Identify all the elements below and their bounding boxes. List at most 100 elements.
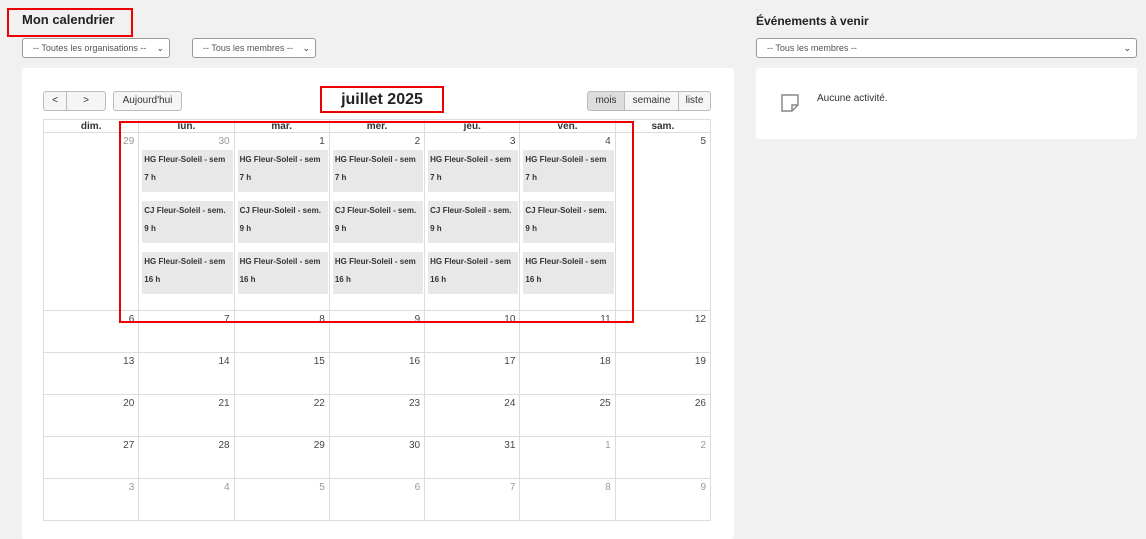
day-cell[interactable]: 8	[519, 478, 616, 521]
members-select[interactable]: -- Tous les membres -- ⌄	[192, 38, 316, 58]
weekday-header: mer.	[328, 119, 426, 133]
day-number: 8	[319, 314, 325, 325]
weekday-header: mar.	[233, 119, 330, 133]
day-cell[interactable]: 11	[519, 310, 616, 353]
event-time: 16 h	[525, 275, 542, 284]
day-cell[interactable]: 7	[424, 478, 521, 521]
day-cell[interactable]: 19	[614, 352, 712, 395]
day-number: 6	[414, 482, 421, 493]
day-number: 24	[504, 398, 516, 409]
day-number: 19	[694, 356, 706, 367]
day-cell[interactable]: 29	[233, 436, 330, 479]
day-cell[interactable]: 2 HG Fleur-Soleil - sem 7 h CJ Fleur-Soleil…	[328, 132, 426, 311]
day-cell[interactable]: 9	[614, 478, 712, 521]
event-time: 9 h	[430, 224, 442, 233]
organisation-select-value: -- Toutes les organisations --	[33, 43, 147, 53]
organisation-select[interactable]: -- Toutes les organisations -- ⌄	[22, 38, 170, 58]
day-cell[interactable]: 17	[424, 352, 521, 395]
event-item[interactable]: HG Fleur-Soleil - sem 16 h	[428, 252, 519, 294]
view-month-button[interactable]: mois	[587, 91, 625, 111]
day-cell[interactable]: 27	[42, 436, 140, 479]
day-cell[interactable]: 25	[519, 394, 616, 437]
event-item[interactable]: HG Fleur-Soleil - sem 16 h	[332, 252, 424, 294]
event-item[interactable]: HG Fleur-Soleil - sem 16 h	[142, 252, 233, 294]
day-cell[interactable]: 5	[614, 132, 712, 311]
day-number: 30	[409, 440, 421, 451]
view-week-button[interactable]: semaine	[624, 91, 679, 111]
day-cell[interactable]: 14	[138, 352, 235, 395]
day-cell[interactable]: 12	[614, 310, 712, 353]
day-cell[interactable]: 30 HG Fleur-Soleil - sem 7 h CJ Fleur-Solei…	[138, 132, 235, 311]
event-title: HG Fleur-Soleil - sem	[525, 257, 607, 266]
event-time: 9 h	[144, 224, 156, 233]
event-time: 7 h	[525, 173, 537, 182]
event-time: 9 h	[334, 224, 347, 233]
day-cell[interactable]: 16	[328, 352, 426, 395]
event-item[interactable]: CJ Fleur-Soleil - sem. 9 h	[332, 201, 424, 243]
event-item[interactable]: HG Fleur-Soleil - sem 16 h	[237, 252, 328, 294]
day-cell[interactable]: 10	[424, 310, 521, 353]
event-item[interactable]: HG Fleur-Soleil - sem 7 h	[237, 150, 328, 192]
event-title: CJ Fleur-Soleil - sem.	[334, 206, 417, 215]
day-number: 3	[509, 136, 516, 147]
event-item[interactable]: HG Fleur-Soleil - sem 7 h	[332, 150, 424, 192]
day-number: 23	[409, 398, 421, 409]
day-cell[interactable]: 13	[42, 352, 140, 395]
day-cell[interactable]: 4	[138, 478, 235, 521]
event-time: 7 h	[334, 173, 347, 182]
event-item[interactable]: CJ Fleur-Soleil - sem. 9 h	[523, 201, 614, 243]
day-cell[interactable]: 15	[233, 352, 330, 395]
day-number: 16	[409, 356, 421, 367]
note-icon	[781, 94, 799, 112]
prev-button[interactable]: <	[43, 91, 67, 111]
day-cell[interactable]: 28	[138, 436, 235, 479]
upcoming-members-select[interactable]: -- Tous les membres -- ⌄	[756, 38, 1137, 58]
day-cell[interactable]: 9	[328, 310, 426, 353]
day-cell[interactable]: 4 HG Fleur-Soleil - sem 7 h CJ Fleur-Soleil…	[519, 132, 616, 311]
day-cell[interactable]: 30	[328, 436, 426, 479]
day-cell[interactable]: 24	[424, 394, 521, 437]
day-cell[interactable]: 7	[138, 310, 235, 353]
view-list-button[interactable]: liste	[678, 91, 711, 111]
event-item[interactable]: HG Fleur-Soleil - sem 7 h	[142, 150, 233, 192]
today-button[interactable]: Aujourd'hui	[113, 91, 182, 111]
day-cell[interactable]: 21	[138, 394, 235, 437]
event-time: 7 h	[144, 173, 156, 182]
day-cell[interactable]: 5	[233, 478, 330, 521]
next-button[interactable]: >	[66, 91, 106, 111]
day-cell[interactable]: 6	[42, 310, 140, 353]
day-cell[interactable]: 8	[233, 310, 330, 353]
day-cell[interactable]: 31	[424, 436, 521, 479]
day-cell[interactable]: 1	[519, 436, 616, 479]
day-number: 1	[319, 136, 325, 147]
day-number: 3	[128, 482, 135, 493]
day-number: 6	[128, 314, 135, 325]
day-cell[interactable]: 3 HG Fleur-Soleil - sem 7 h CJ Fleur-Soleil…	[424, 132, 521, 311]
day-cell[interactable]: 18	[519, 352, 616, 395]
day-number: 22	[313, 398, 325, 409]
day-number: 21	[218, 398, 230, 409]
event-item[interactable]: HG Fleur-Soleil - sem 16 h	[523, 252, 614, 294]
day-cell[interactable]: 29	[42, 132, 140, 311]
event-title: HG Fleur-Soleil - sem	[239, 257, 321, 266]
day-cell[interactable]: 6	[328, 478, 426, 521]
week-row: 13 14 15 16 17 18 19	[42, 352, 712, 395]
event-item[interactable]: HG Fleur-Soleil - sem 7 h	[428, 150, 519, 192]
day-number: 1	[605, 440, 611, 451]
event-item[interactable]: CJ Fleur-Soleil - sem. 9 h	[142, 201, 233, 243]
event-item[interactable]: HG Fleur-Soleil - sem 7 h	[523, 150, 614, 192]
day-cell[interactable]: 20	[42, 394, 140, 437]
day-cell[interactable]: 1 HG Fleur-Soleil - sem 7 h CJ Fleur-Soleil…	[233, 132, 330, 311]
event-item[interactable]: CJ Fleur-Soleil - sem. 9 h	[428, 201, 519, 243]
day-cell[interactable]: 26	[614, 394, 712, 437]
day-cell[interactable]: 2	[614, 436, 712, 479]
day-number: 2	[700, 440, 706, 451]
event-item[interactable]: CJ Fleur-Soleil - sem. 9 h	[237, 201, 328, 243]
day-cell[interactable]: 23	[328, 394, 426, 437]
week-row: 3 4 5 6 7 8 9	[42, 478, 712, 521]
day-cell[interactable]: 3	[42, 478, 140, 521]
event-title: CJ Fleur-Soleil - sem.	[430, 206, 512, 215]
day-number: 14	[218, 356, 230, 367]
no-activity-text: Aucune activité.	[817, 93, 888, 104]
day-cell[interactable]: 22	[233, 394, 330, 437]
